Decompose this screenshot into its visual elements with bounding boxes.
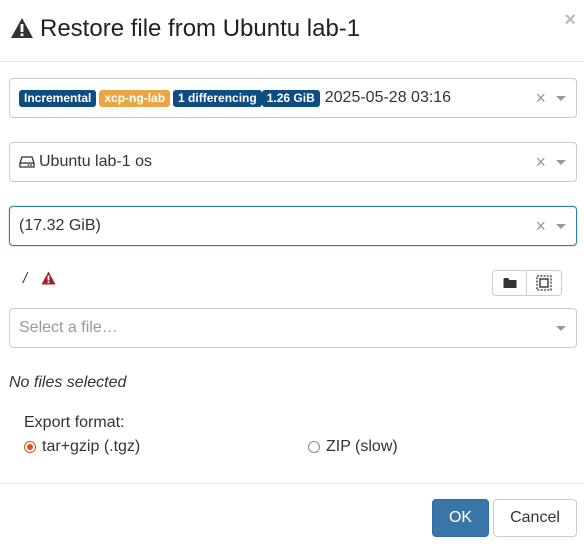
select-folder-button[interactable] xyxy=(492,270,527,296)
radio-tgz-label: tar+gzip (.tgz) xyxy=(42,438,141,455)
badge-differencing: 1 differencing xyxy=(173,89,262,107)
partition-select-value: (17.32 GiB) xyxy=(19,207,101,245)
export-format-label: Export format: xyxy=(24,414,125,431)
disk-select[interactable]: Ubuntu lab-1 os × xyxy=(9,142,577,182)
warning-icon xyxy=(11,18,33,38)
chevron-down-icon[interactable] xyxy=(556,326,566,331)
clear-backup-icon[interactable]: × xyxy=(535,88,546,108)
close-button[interactable]: × xyxy=(564,8,576,32)
folder-icon xyxy=(503,278,516,288)
backup-select-value: Incremental xcp-ng-lab 1 differencing 1.… xyxy=(19,79,451,117)
no-files-message: No files selected xyxy=(9,374,127,391)
clear-disk-icon[interactable]: × xyxy=(535,152,546,172)
radio-zip[interactable]: ZIP (slow) xyxy=(308,438,398,456)
clear-partition-icon[interactable]: × xyxy=(535,216,546,236)
file-select[interactable]: Select a file… xyxy=(9,308,577,348)
cancel-button[interactable]: Cancel xyxy=(493,499,577,537)
partition-select[interactable]: (17.32 GiB) × xyxy=(9,206,577,246)
backup-datetime: 2025-05-28 03:16 xyxy=(324,89,452,106)
file-select-placeholder: Select a file… xyxy=(19,319,118,336)
disk-select-value: Ubuntu lab-1 os xyxy=(19,143,152,181)
badge-size: 1.26 GiB xyxy=(261,89,320,107)
warning-icon xyxy=(41,271,56,285)
current-path: / xyxy=(23,270,28,287)
radio-button-checked[interactable] xyxy=(24,441,36,453)
select-all-icon xyxy=(536,275,552,291)
chevron-down-icon[interactable] xyxy=(556,160,566,165)
file-mode-toggle xyxy=(492,270,562,296)
backup-select[interactable]: Incremental xcp-ng-lab 1 differencing 1.… xyxy=(9,78,577,118)
dialog-header: Restore file from Ubuntu lab-1 × xyxy=(0,0,584,62)
radio-zip-label: ZIP (slow) xyxy=(326,438,398,455)
disk-name: Ubuntu lab-1 os xyxy=(39,153,152,170)
dialog-title: Restore file from Ubuntu lab-1 xyxy=(40,15,361,42)
radio-button[interactable] xyxy=(308,441,320,453)
select-all-button[interactable] xyxy=(527,270,562,296)
badge-sr: xcp-ng-lab xyxy=(99,89,171,107)
radio-tgz[interactable]: tar+gzip (.tgz) xyxy=(24,438,140,456)
badge-mode: Incremental xyxy=(19,89,97,107)
chevron-down-icon[interactable] xyxy=(556,224,566,229)
chevron-down-icon[interactable] xyxy=(556,96,566,101)
dialog-footer: OK Cancel xyxy=(0,483,584,547)
hard-drive-icon xyxy=(19,156,35,168)
file-select-value: Select a file… xyxy=(19,309,118,347)
restore-file-dialog: Restore file from Ubuntu lab-1 × Increme… xyxy=(0,0,584,547)
ok-button[interactable]: OK xyxy=(432,499,489,537)
partition-size: (17.32 GiB) xyxy=(19,217,101,234)
